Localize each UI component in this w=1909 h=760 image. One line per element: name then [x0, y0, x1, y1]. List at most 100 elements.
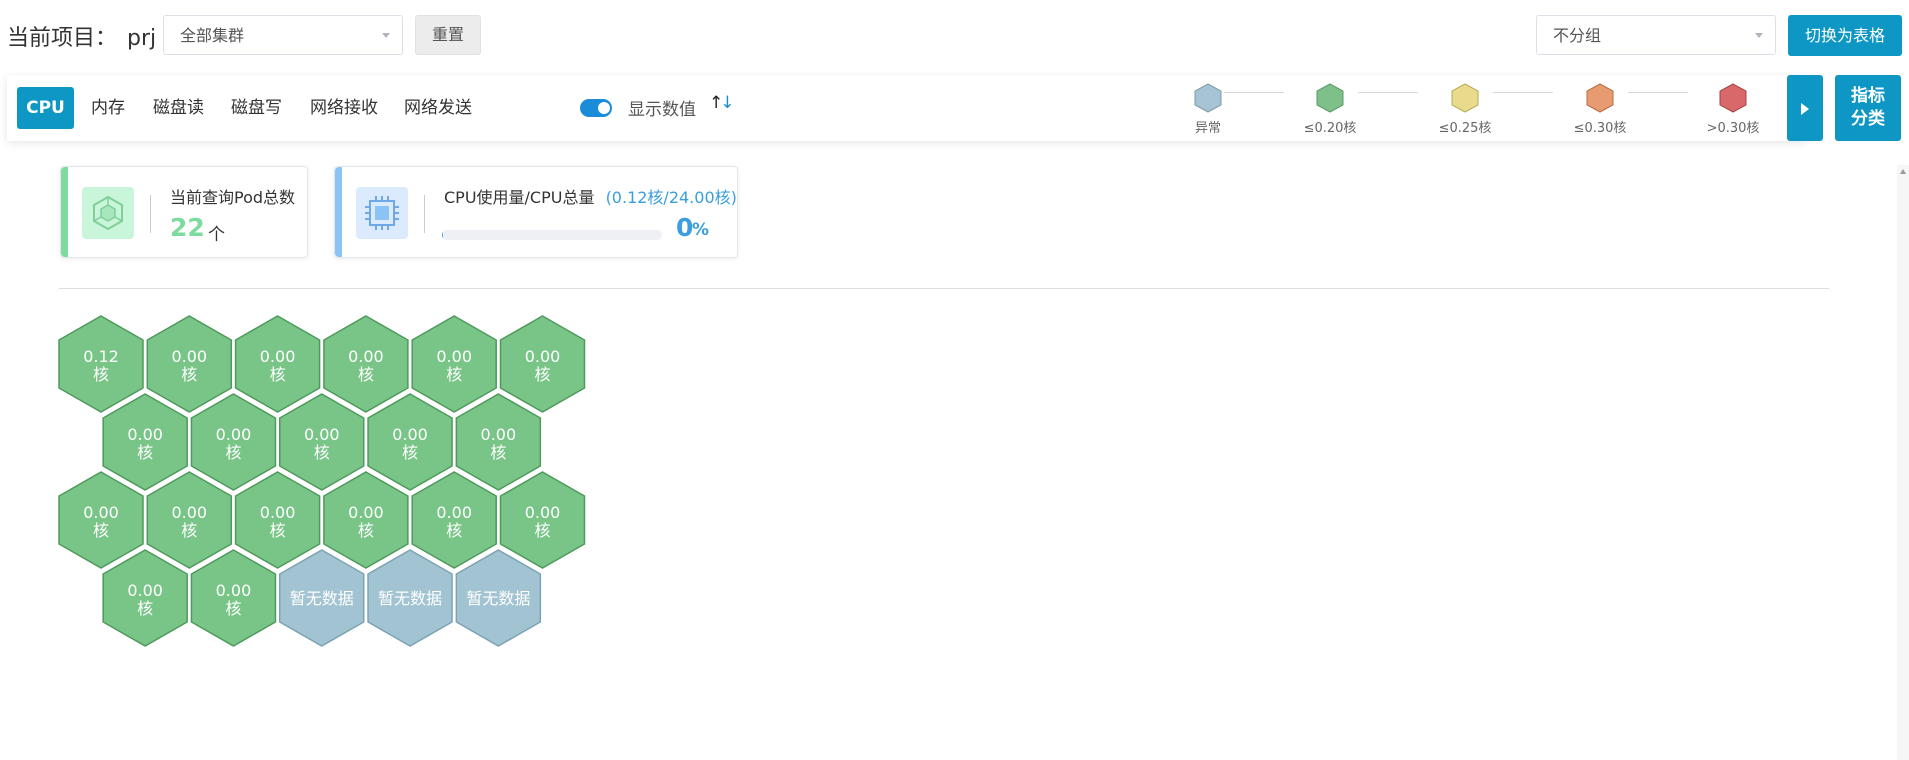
switch-to-table-button[interactable]: 切换为表格 [1788, 15, 1902, 56]
pod-hex-unit: 核 [314, 443, 330, 462]
project-name: prj [127, 26, 157, 51]
pod-hex-0-2[interactable]: 0.00核 [234, 315, 321, 413]
pod-hex-unit: 核 [446, 521, 462, 540]
legend-connector [1628, 92, 1688, 93]
pod-hex-1-1[interactable]: 0.00核 [190, 393, 277, 491]
pod-hex-value: 0.00 [436, 503, 472, 522]
pod-hex-3-2[interactable]: 暂无数据 [279, 549, 365, 647]
cluster-select[interactable]: 全部集群 [163, 15, 403, 55]
pod-hex-0-3[interactable]: 0.00核 [323, 315, 409, 413]
metric-classify-button[interactable]: 指标 分类 [1835, 75, 1901, 141]
pod-hex-unit: 核 [358, 521, 374, 540]
cpu-usage-card: CPU使用量/CPU总量 (0.12核/24.00核) 0 % [334, 166, 738, 258]
cpu-chip-icon [356, 187, 408, 239]
tab-disk-write[interactable]: 磁盘写 [231, 87, 282, 129]
pod-hex-unit: 核 [270, 521, 286, 540]
pod-hex-value: 0.00 [260, 503, 296, 522]
legend-item-level-2: ≤0.25核 [1425, 83, 1505, 136]
metric-toolbar: CPU 内存 磁盘读 磁盘写 网络接收 网络发送 显示数值 ↑↓ 异常 ≤0.2… [7, 75, 1807, 141]
cpu-usage-title: CPU使用量/CPU总量 (0.12核/24.00核) [444, 184, 737, 208]
section-divider [59, 288, 1829, 289]
pod-hex-3-3[interactable]: 暂无数据 [367, 549, 453, 647]
chevron-down-icon [1755, 33, 1763, 38]
card-accent-bar [61, 167, 68, 257]
legend-label: ≤0.30核 [1573, 121, 1627, 136]
group-select-value: 不分组 [1553, 26, 1602, 45]
pod-hex-unit: 核 [137, 599, 153, 618]
pod-hex-value: 0.00 [216, 581, 252, 600]
pod-hex-value: 0.00 [171, 347, 207, 366]
pod-hex-2-5[interactable]: 0.00核 [499, 471, 586, 569]
pod-hex-2-2[interactable]: 0.00核 [234, 471, 321, 569]
tab-network-send[interactable]: 网络发送 [404, 87, 472, 129]
legend-label: ≤0.20核 [1303, 121, 1357, 136]
card-separator [150, 195, 151, 233]
classify-label-line-1: 指标 [1851, 86, 1885, 106]
pod-hex-value: 0.00 [348, 347, 384, 366]
pod-hex-unit: 核 [270, 365, 286, 384]
pod-hex-1-2[interactable]: 0.00核 [279, 393, 365, 491]
sort-up-down-icon[interactable]: ↑↓ [709, 93, 735, 113]
pod-hex-3-0[interactable]: 0.00核 [102, 549, 188, 647]
legend-item-level-3: ≤0.30核 [1560, 83, 1640, 136]
pod-hex-unit: 核 [181, 521, 197, 540]
classify-label-line-2: 分类 [1851, 109, 1885, 129]
play-button[interactable] [1787, 75, 1823, 141]
legend-hex-icon [1316, 83, 1344, 113]
pod-hex-unit: 核 [358, 365, 374, 384]
pod-hex-1-4[interactable]: 0.00核 [455, 393, 542, 491]
pod-hex-value: 0.00 [525, 503, 561, 522]
pod-hex-2-0[interactable]: 0.00核 [58, 471, 144, 569]
legend-label: 异常 [1194, 121, 1221, 136]
tab-memory[interactable]: 内存 [91, 87, 125, 129]
pod-hex-1-3[interactable]: 0.00核 [367, 393, 453, 491]
pod-hex-value: 0.00 [171, 503, 207, 522]
show-values-toggle[interactable] [580, 99, 612, 117]
tab-cpu[interactable]: CPU [17, 87, 74, 129]
legend-hex-icon [1451, 83, 1479, 113]
vertical-scrollbar[interactable] [1897, 165, 1909, 760]
legend-hex-icon [1194, 83, 1222, 113]
pod-hex-2-3[interactable]: 0.00核 [323, 471, 409, 569]
tab-disk-read[interactable]: 磁盘读 [153, 87, 204, 129]
pod-hex-1-0[interactable]: 0.00核 [102, 393, 188, 491]
chevron-down-icon [382, 33, 390, 38]
pod-hex-unit: 核 [225, 599, 241, 618]
legend-connector [1224, 92, 1284, 93]
pod-hex-unit: 核 [93, 365, 109, 384]
pod-hex-0-4[interactable]: 0.00核 [411, 315, 497, 413]
legend-connector [1493, 92, 1553, 93]
pod-hex-unit: 核 [137, 443, 153, 462]
pod-hex-value: 0.00 [525, 347, 561, 366]
show-values-label: 显示数值 [628, 100, 696, 120]
legend-item-level-1: ≤0.20核 [1290, 83, 1370, 136]
pod-hex-unit: 核 [446, 365, 462, 384]
legend-label: ≤0.25核 [1438, 121, 1492, 136]
pod-hex-value: 0.00 [348, 503, 384, 522]
reset-button[interactable]: 重置 [415, 15, 481, 55]
pod-hex-0-1[interactable]: 0.00核 [146, 315, 233, 413]
tab-network-receive[interactable]: 网络接收 [310, 87, 378, 129]
pod-hex-nodata: 暂无数据 [466, 589, 530, 608]
pod-hex-2-1[interactable]: 0.00核 [146, 471, 233, 569]
legend-connector [1358, 92, 1418, 93]
pod-hex-unit: 核 [402, 443, 418, 462]
pod-hex-value: 0.00 [127, 581, 163, 600]
pod-hex-3-1[interactable]: 0.00核 [190, 549, 277, 647]
pod-hex-unit: 核 [534, 365, 550, 384]
pod-hex-2-4[interactable]: 0.00核 [411, 471, 497, 569]
pod-count-unit: 个 [208, 225, 225, 245]
card-separator [424, 195, 425, 233]
pod-hex-unit: 核 [225, 443, 241, 462]
pod-hex-nodata: 暂无数据 [290, 589, 354, 608]
pod-hex-value: 0.00 [392, 425, 428, 444]
scroll-up-icon [1900, 169, 1906, 174]
pod-cube-icon [82, 187, 134, 239]
pod-hex-3-4[interactable]: 暂无数据 [455, 549, 542, 647]
cpu-usage-percent-unit: % [692, 220, 710, 240]
pod-hex-0-5[interactable]: 0.00核 [499, 315, 586, 413]
pod-hex-value: 0.00 [260, 347, 296, 366]
group-select[interactable]: 不分组 [1536, 15, 1776, 55]
pod-hex-0-0[interactable]: 0.12核 [58, 315, 144, 413]
pod-count-value: 22 [170, 213, 205, 242]
